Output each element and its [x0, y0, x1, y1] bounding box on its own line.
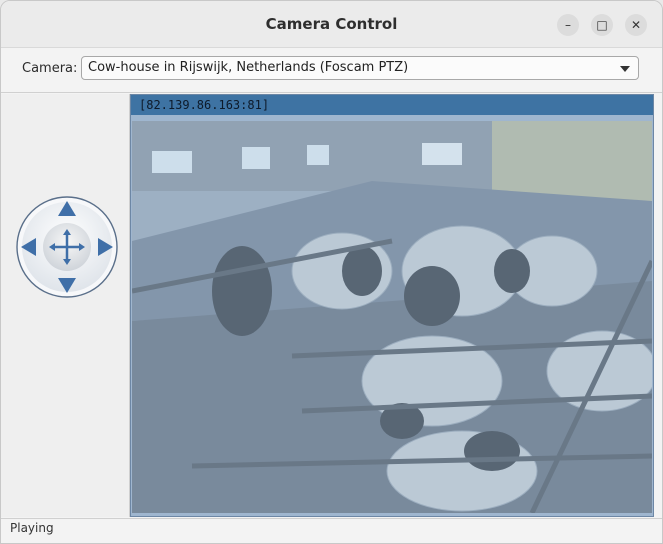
video-feed[interactable] [132, 121, 652, 513]
maximize-button[interactable]: □ [591, 14, 613, 36]
minimize-icon: – [565, 18, 571, 32]
camera-dropdown-value: Cow-house in Rijswijk, Netherlands (Fosc… [88, 60, 409, 75]
ptz-panel [1, 94, 130, 517]
close-icon: ✕ [630, 18, 642, 32]
minimize-button[interactable]: – [557, 14, 579, 36]
camera-address: [82.139.86.163:81] [139, 98, 270, 112]
status-bar: Playing [1, 518, 662, 543]
chevron-down-icon [620, 66, 630, 72]
camera-address-bar: [82.139.86.163:81] [131, 95, 653, 115]
status-text: Playing [10, 521, 54, 535]
camera-label: Camera: [22, 61, 78, 76]
camera-dropdown[interactable]: Cow-house in Rijswijk, Netherlands (Fosc… [81, 56, 639, 80]
camera-selector-row: Camera: Cow-house in Rijswijk, Netherlan… [1, 48, 662, 93]
ptz-control-pad[interactable] [15, 195, 119, 299]
close-button[interactable]: ✕ [625, 14, 647, 36]
video-panel: [82.139.86.163:81] [130, 94, 654, 517]
camera-control-window: Camera Control – □ ✕ Camera: Cow-house i… [0, 0, 663, 544]
maximize-icon: □ [596, 18, 608, 32]
title-bar: Camera Control – □ ✕ [1, 1, 662, 48]
